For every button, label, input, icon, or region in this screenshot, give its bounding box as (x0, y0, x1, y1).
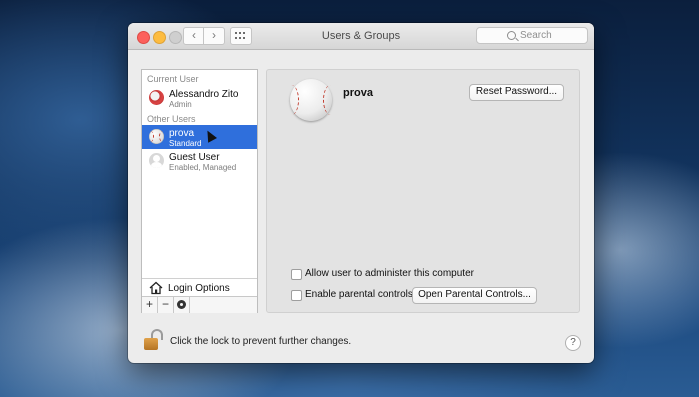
search-icon (507, 31, 516, 40)
open-parental-controls-button[interactable]: Open Parental Controls... (412, 287, 537, 304)
action-menu-button[interactable] (174, 297, 190, 313)
login-options-label: Login Options (168, 283, 230, 294)
guest-avatar-icon (149, 153, 164, 168)
baseball-icon (149, 129, 164, 144)
sidebar-item-guest-user[interactable]: Guest User Enabled, Managed (142, 149, 257, 173)
titlebar: ‹ › Users & Groups Search (128, 23, 594, 50)
lock-message: Click the lock to prevent further change… (170, 336, 352, 347)
user-detail-panel: prova Reset Password... Allow user to ad… (266, 69, 580, 313)
search-field[interactable]: Search (476, 27, 588, 44)
search-placeholder: Search (520, 30, 552, 41)
help-button[interactable]: ? (565, 335, 581, 351)
users-groups-window: ‹ › Users & Groups Search Current User A… (128, 23, 594, 363)
house-icon (149, 281, 163, 295)
detail-username: prova (343, 87, 373, 99)
lock-icon[interactable] (144, 329, 163, 351)
user-role: Standard (169, 139, 202, 148)
allow-admin-label: Allow user to administer this computer (305, 268, 474, 279)
remove-user-button[interactable]: − (158, 297, 174, 313)
sidebar-toolbar: + − (142, 296, 257, 313)
user-name: Alessandro Zito (169, 89, 239, 100)
reset-password-button[interactable]: Reset Password... (469, 84, 564, 101)
user-role: Admin (169, 100, 192, 109)
users-sidebar: Current User Alessandro Zito Admin Other… (141, 69, 258, 313)
sidebar-item-current-user[interactable]: Alessandro Zito Admin (142, 86, 257, 110)
add-user-button[interactable]: + (142, 297, 158, 313)
sidebar-item-prova[interactable]: prova Standard (142, 125, 257, 149)
parental-controls-label: Enable parental controls (305, 289, 413, 300)
parental-controls-checkbox[interactable] (291, 290, 302, 301)
current-user-heading: Current User (147, 74, 199, 84)
allow-admin-checkbox[interactable] (291, 269, 302, 280)
avatar (149, 90, 164, 105)
mouse-cursor-icon (203, 128, 217, 143)
other-users-heading: Other Users (147, 114, 196, 124)
login-options-item[interactable]: Login Options (142, 278, 257, 297)
user-name: prova (169, 128, 195, 139)
user-picture[interactable] (290, 79, 332, 121)
user-name: Guest User (169, 152, 220, 163)
user-role: Enabled, Managed (169, 163, 237, 172)
gear-icon (177, 300, 186, 309)
